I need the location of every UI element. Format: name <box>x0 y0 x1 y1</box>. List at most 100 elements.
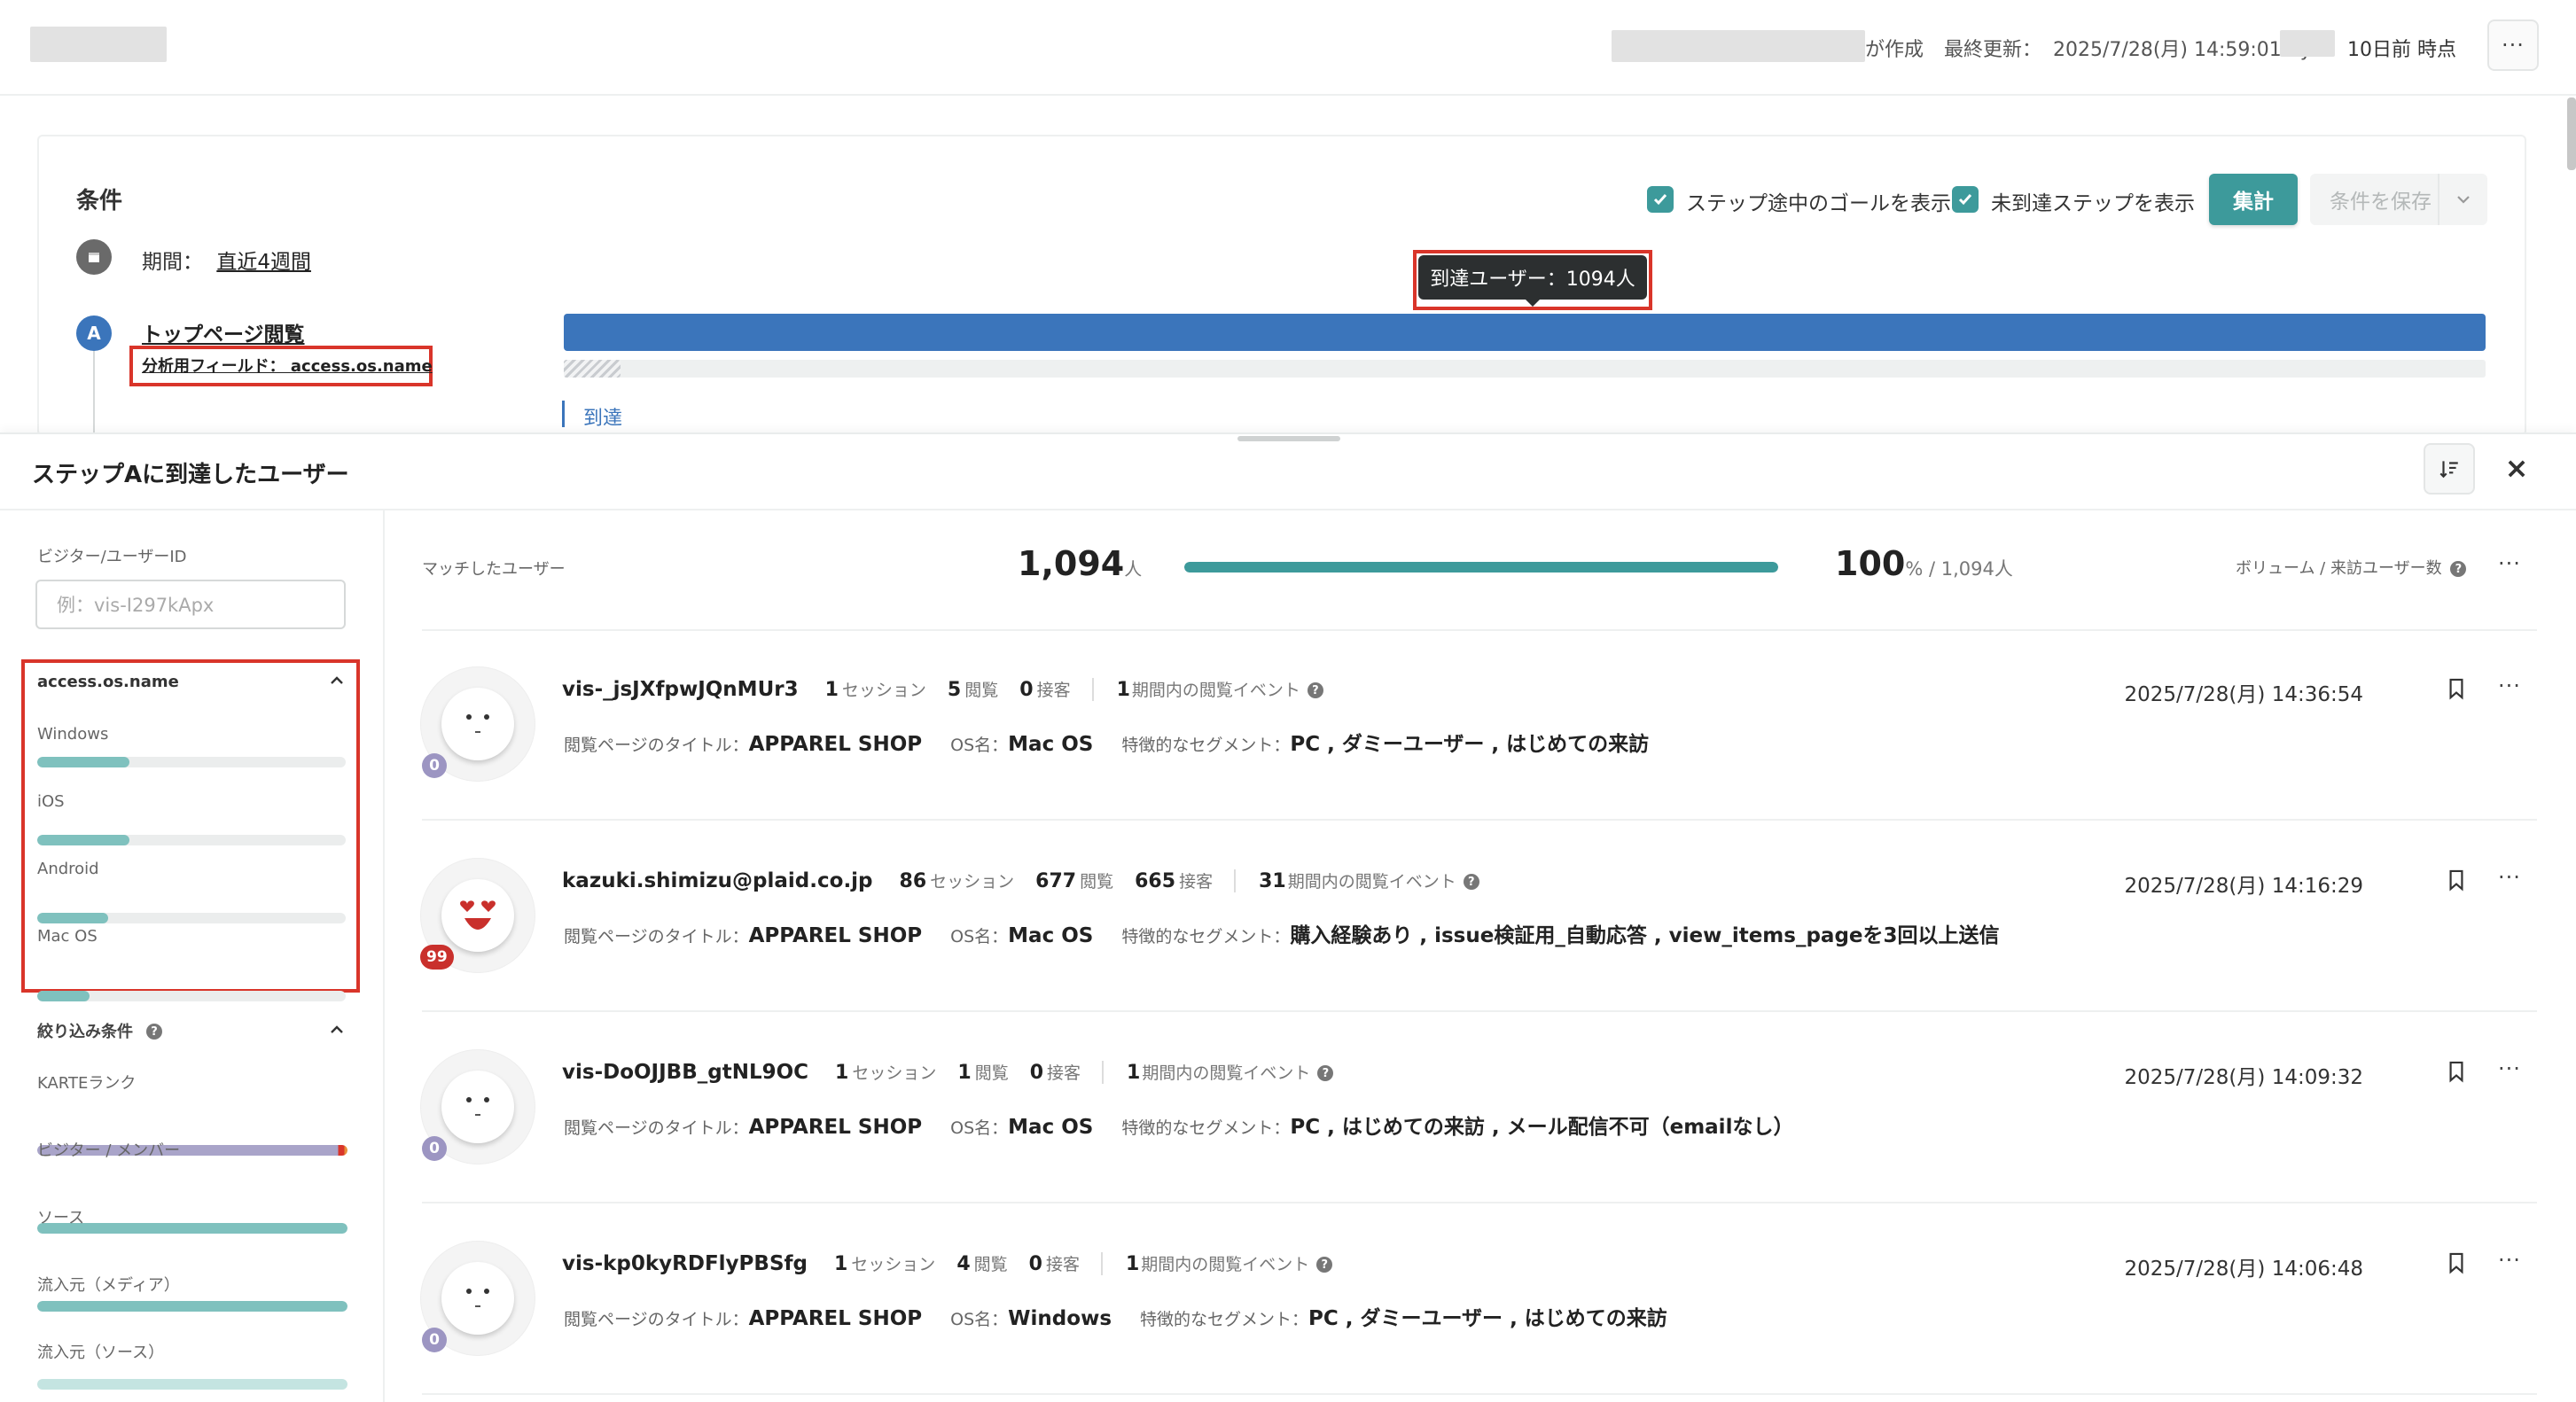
row-more-button[interactable]: ··· <box>2498 1056 2521 1081</box>
creator-redacted <box>1612 30 1865 62</box>
bookmark-icon[interactable] <box>2447 1251 2468 1276</box>
save-conditions-button[interactable]: 条件を保存 <box>2310 174 2487 225</box>
close-button[interactable]: × <box>2496 448 2537 488</box>
page-title-label: 閲覧ページのタイトル： <box>564 736 749 755</box>
segments-label: 特徴的なセグメント： <box>1121 927 1291 946</box>
funnel-bar-track <box>564 314 2486 378</box>
help-icon[interactable]: ? <box>1463 874 1479 890</box>
os-item-label: iOS <box>37 792 65 811</box>
filter-item-bar[interactable] <box>37 1379 347 1390</box>
page-scrollbar[interactable] <box>2567 97 2576 170</box>
os-item-bar-fill <box>37 913 109 923</box>
row-more-button[interactable]: ··· <box>2498 674 2521 698</box>
segments-group: 特徴的なセグメント：PC , ダミーユーザー , はじめての来訪 <box>1121 727 1649 757</box>
os-name-label: OS名： <box>950 927 1009 946</box>
row-more-button[interactable]: ··· <box>2498 1248 2521 1273</box>
sort-icon <box>2439 461 2458 479</box>
session-count: 1 セッション <box>825 677 926 701</box>
visitor-id-label: ビジター/ユーザーID <box>37 548 187 566</box>
segments-group: 特徴的なセグメント：PC , はじめての来訪 , メール配信不可（emailなし… <box>1121 1110 1793 1140</box>
chevron-down-icon[interactable] <box>2438 174 2487 225</box>
filter-item-bar[interactable] <box>37 1301 347 1312</box>
os-item-label: Android <box>37 860 99 878</box>
view-count-value: 677 <box>1035 870 1077 892</box>
os-item-bar[interactable] <box>37 913 346 923</box>
session-count-value: 1 <box>824 679 839 701</box>
os-item-bar[interactable] <box>37 991 346 1001</box>
visitor-id-input[interactable]: 例：vis-I297kApx <box>35 580 346 629</box>
os-name-value: Mac OS <box>1008 733 1094 756</box>
bookmark-icon[interactable] <box>2447 1060 2468 1085</box>
summary-more-button[interactable]: ··· <box>2498 551 2521 576</box>
show-unreached-label: 未到達ステップを表示 <box>1991 192 2195 215</box>
user-timestamp: 2025/7/28(月) 14:36:54 <box>2124 683 2364 706</box>
updater-redacted <box>2280 30 2335 57</box>
page-title-value: APPAREL SHOP <box>748 1307 923 1330</box>
top-bar: が作成 最終更新： 2025/7/28(月) 14:59:01 by 10日前 … <box>0 0 2576 96</box>
funnel-bar-hatch <box>564 360 621 378</box>
tooltip-arrow <box>1525 299 1541 307</box>
view-count: 4 閲覧 <box>956 1251 1007 1275</box>
filter-title: 絞り込み条件 <box>37 1023 133 1041</box>
period-label: 期間： <box>142 251 203 274</box>
user-name-link[interactable]: vis-DoOJJBB_gtNL9OC <box>562 1061 808 1084</box>
funnel-bar-reached[interactable] <box>564 314 2486 351</box>
aggregate-button[interactable]: 集計 <box>2209 174 2298 225</box>
help-icon[interactable]: ? <box>2450 561 2467 577</box>
segments-label: 特徴的なセグメント： <box>1121 1118 1291 1138</box>
user-name-link[interactable]: vis-_jsJXfpwJQnMUr3 <box>562 678 799 701</box>
panel-drag-handle[interactable] <box>1237 436 1340 441</box>
os-name-group: OS名：Mac OS <box>950 923 1093 947</box>
view-count: 5 閲覧 <box>948 677 998 701</box>
view-count-value: 4 <box>956 1253 971 1275</box>
period-value-link[interactable]: 直近4週間 <box>216 251 311 274</box>
user-name-link[interactable]: kazuki.shimizu@plaid.co.jp <box>562 869 873 892</box>
filter-section-header[interactable]: 絞り込み条件 ? <box>37 1019 346 1046</box>
user-stats-line: vis-kp0kyRDFlyPBSfg 1 セッション 4 閲覧 0 接客 1 期間内の閲覧イベ… <box>562 1251 1333 1275</box>
reached-marker <box>562 401 565 427</box>
sort-button[interactable] <box>2424 443 2475 495</box>
show-goal-checkbox[interactable] <box>1647 186 1674 213</box>
analysis-field-link[interactable]: 分析用フィールド： access.os.name <box>142 354 433 377</box>
os-name-group: OS名：Windows <box>950 1306 1112 1330</box>
os-field-title: access.os.name <box>37 673 179 691</box>
summary-divider <box>422 629 2537 631</box>
os-item-bar[interactable] <box>37 757 346 767</box>
view-count: 677 閲覧 <box>1035 868 1113 892</box>
session-count-value: 1 <box>835 1062 849 1084</box>
action-count-value: 665 <box>1135 870 1176 892</box>
os-name-label: OS名： <box>950 1310 1009 1329</box>
action-count: 665 接客 <box>1135 868 1213 892</box>
help-icon[interactable]: ? <box>1316 1257 1333 1273</box>
user-meta-line: 閲覧ページのタイトル：APPAREL SHOP OS名：Mac OS 特徴的なセグメ… <box>564 1110 1822 1140</box>
row-more-button[interactable]: ··· <box>2498 865 2521 890</box>
os-item-label: Mac OS <box>37 927 98 946</box>
session-count-unit: セッション <box>852 1063 937 1083</box>
row-divider <box>422 1202 2537 1203</box>
user-name-link[interactable]: vis-kp0kyRDFlyPBSfg <box>562 1252 808 1275</box>
love-face-icon <box>441 879 514 952</box>
page-title-group: 閲覧ページのタイトル：APPAREL SHOP <box>564 732 922 756</box>
os-item-bar[interactable] <box>37 835 346 845</box>
bookmark-icon[interactable] <box>2447 868 2468 893</box>
row-divider <box>422 1393 2537 1395</box>
action-count-unit: 接客 <box>1047 1063 1081 1083</box>
header-more-button[interactable]: ··· <box>2487 19 2539 71</box>
segments-value: PC , はじめての来訪 , メール配信不可（emailなし） <box>1290 1116 1794 1139</box>
help-icon[interactable]: ? <box>1307 682 1323 698</box>
matched-count: 1,094人 <box>1018 544 1142 583</box>
matched-count-unit: 人 <box>1124 558 1143 580</box>
os-field-section-header[interactable]: access.os.name <box>37 670 346 697</box>
filter-item-label: 流入元（メディア） <box>37 1276 180 1295</box>
bookmark-icon[interactable] <box>2447 677 2468 702</box>
segments-value: PC , ダミーユーザー , はじめての来訪 <box>1290 733 1650 756</box>
action-count-value: 0 <box>1029 1062 1044 1084</box>
filter-item-bar-fill <box>37 1301 347 1312</box>
help-icon[interactable]: ? <box>1317 1065 1334 1081</box>
segments-label: 特徴的なセグメント： <box>1121 736 1291 755</box>
step-connector-line <box>93 351 95 436</box>
help-icon[interactable]: ? <box>146 1024 162 1040</box>
view-count-unit: 閲覧 <box>964 681 999 700</box>
show-unreached-checkbox[interactable] <box>1952 186 1979 213</box>
step-a-name[interactable]: トップページ閲覧 <box>142 317 305 347</box>
